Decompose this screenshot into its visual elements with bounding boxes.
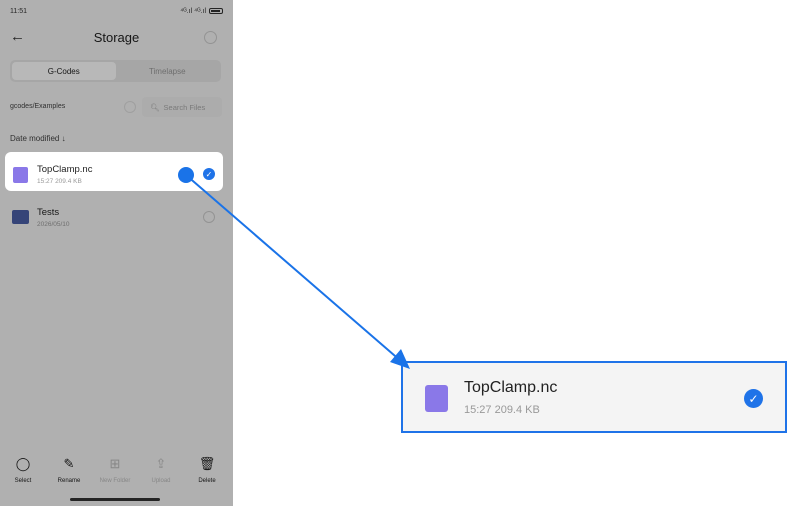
code-file-icon: [425, 385, 448, 412]
signal-icon: ⁴ᴳ.ıl ⁴ᴳ.ıl: [180, 7, 206, 15]
tab-timelapse[interactable]: Timelapse: [116, 62, 220, 80]
file-name: Tests: [37, 207, 60, 218]
touch-indicator: [178, 167, 194, 183]
upload-button[interactable]: ⇪ Upload: [138, 456, 184, 484]
upload-icon: ⇪: [155, 456, 167, 471]
trash-icon: 🗑︎: [198, 456, 216, 471]
select-all-toggle[interactable]: [204, 31, 217, 44]
folder-icon: [12, 210, 29, 224]
list-item[interactable]: Tests 2026/05/10: [0, 198, 233, 238]
phone-screen: 11:51 ⁴ᴳ.ıl ⁴ᴳ.ıl ← Storage G-Codes Time…: [0, 0, 233, 506]
bottom-toolbar: ◯ Select ✎ Rename ⊞ New Folder ⇪ Upload …: [0, 448, 233, 506]
sort-dropdown[interactable]: Date modified ↓: [10, 134, 66, 143]
checkmark-icon[interactable]: ✓: [203, 168, 215, 180]
file-meta: 15:27 209.4 KB: [37, 178, 82, 185]
select-circle-icon: ◯: [15, 456, 31, 471]
search-input[interactable]: 🔍︎ Search Files: [142, 97, 222, 117]
zoom-file-name: TopClamp.nc: [464, 379, 558, 396]
search-icon: 🔍︎: [150, 102, 160, 112]
zoom-file-meta: 15:27 209.4 KB: [464, 404, 540, 416]
new-folder-button[interactable]: ⊞ New Folder: [92, 456, 138, 484]
new-folder-icon: ⊞: [109, 456, 121, 471]
rename-button[interactable]: ✎ Rename: [46, 456, 92, 484]
page-title: Storage: [93, 30, 140, 45]
file-type-tabs: G-Codes Timelapse: [10, 60, 221, 82]
status-time: 11:51: [10, 7, 27, 15]
screenshot-canvas: 11:51 ⁴ᴳ.ıl ⁴ᴳ.ıl ← Storage G-Codes Time…: [0, 0, 789, 506]
select-checkbox[interactable]: [203, 211, 215, 223]
checkmark-icon: ✓: [744, 389, 763, 408]
title-bar: ← Storage: [0, 24, 233, 52]
code-file-icon: [13, 167, 28, 183]
pencil-icon: ✎: [63, 456, 75, 471]
tab-gcodes[interactable]: G-Codes: [12, 62, 116, 80]
file-meta: 2026/05/10: [37, 221, 70, 228]
delete-button[interactable]: 🗑︎ Delete: [184, 456, 230, 484]
path-toggle[interactable]: [124, 101, 136, 113]
select-button[interactable]: ◯ Select: [0, 456, 46, 484]
zoomed-selected-item: TopClamp.nc 15:27 209.4 KB ✓: [401, 361, 787, 433]
battery-icon: [209, 8, 223, 14]
path-row: gcodes/Examples 🔍︎ Search Files: [0, 97, 233, 119]
home-indicator: [70, 498, 160, 501]
breadcrumb[interactable]: gcodes/Examples: [10, 103, 65, 110]
status-bar: 11:51 ⁴ᴳ.ıl ⁴ᴳ.ıl: [0, 0, 233, 22]
search-placeholder: Search Files: [163, 102, 206, 112]
file-name: TopClamp.nc: [37, 164, 93, 175]
